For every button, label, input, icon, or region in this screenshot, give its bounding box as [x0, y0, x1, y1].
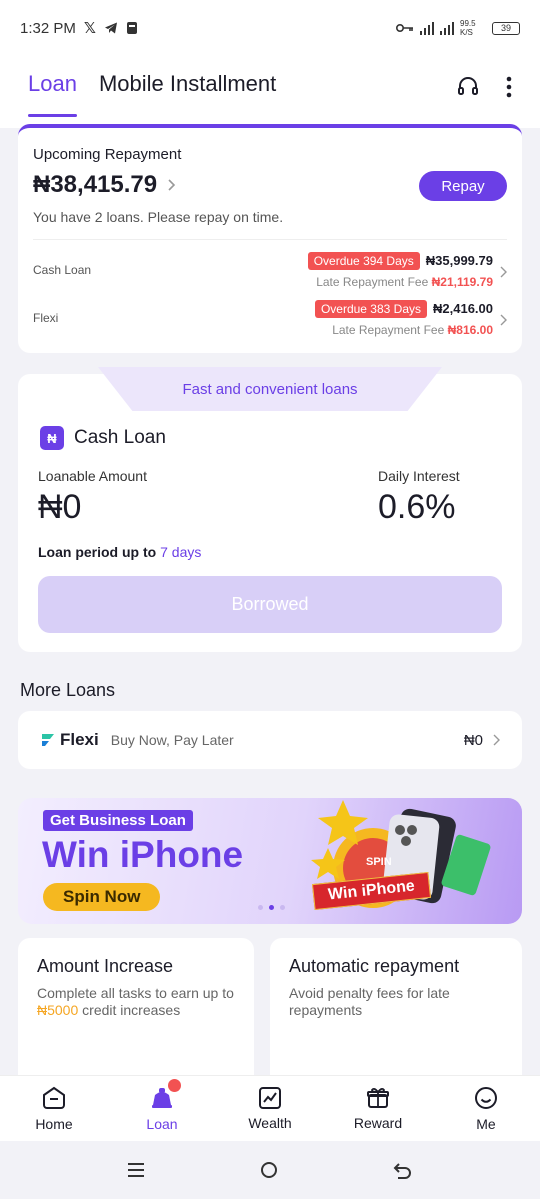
cash-loan-card: Fast and convenient loans ₦ Cash Loan Lo…: [18, 367, 522, 652]
repayment-note: You have 2 loans. Please repay on time.: [33, 209, 284, 225]
loanable-label: Loanable Amount: [38, 468, 147, 484]
divider: [33, 239, 507, 240]
nav-home[interactable]: Home: [0, 1076, 108, 1141]
repayment-amount: ₦38,415.79: [33, 171, 158, 198]
loan-name: Flexi: [33, 311, 59, 325]
telegram-icon: [104, 22, 117, 34]
top-bar: Loan Mobile Installment: [0, 56, 540, 118]
signal-1-icon: [420, 21, 434, 35]
tab-mobile-installment[interactable]: Mobile Installment: [99, 71, 276, 103]
task-desc: Avoid penalty fees for late repayments: [289, 985, 450, 1018]
chevron-right-icon: [168, 179, 176, 191]
more-icon[interactable]: [506, 76, 512, 98]
flexi-card[interactable]: Flexi Buy Now, Pay Later ₦0: [18, 711, 522, 769]
x-icon: 𝕏: [83, 20, 96, 37]
overdue-badge: Overdue 394 Days: [307, 251, 420, 270]
fee-label: Late Repayment Fee: [316, 274, 429, 289]
fee-amount: ₦816.00: [447, 322, 493, 337]
promo-banner[interactable]: Get Business Loan Win iPhone Spin Now Wi…: [18, 798, 522, 924]
spin-label: SPIN: [366, 856, 392, 868]
period-text: Loan period up to: [38, 544, 157, 560]
chevron-right-icon: [493, 734, 500, 746]
repayment-card: Upcoming Repayment ₦38,415.79 Repay You …: [18, 124, 522, 353]
system-nav-bar: [0, 1141, 540, 1199]
nav-me[interactable]: Me: [432, 1076, 540, 1141]
flexi-name: Flexi: [60, 730, 99, 749]
chevron-right-icon: [500, 266, 507, 277]
task-card-amount-increase[interactable]: Amount Increase Complete all tasks to ea…: [18, 938, 254, 1088]
loan-period: Loan period up to 7 days: [38, 544, 201, 560]
loanable-value: ₦0: [38, 488, 82, 526]
loan-amount: ₦2,416.00: [433, 301, 493, 316]
chart-icon: [259, 1087, 281, 1109]
nav-label: Wealth: [248, 1115, 292, 1131]
smile-icon: [475, 1087, 497, 1109]
nav-label: Reward: [353, 1115, 403, 1131]
headset-icon[interactable]: [456, 75, 480, 99]
tab-loan[interactable]: Loan: [28, 71, 77, 117]
task-title: Amount Increase: [37, 956, 174, 976]
status-bar: 1:32 PM 𝕏 99.5 K/S 39: [0, 0, 540, 56]
fee-label: Late Repayment Fee: [332, 322, 445, 337]
task-card-auto-repayment[interactable]: Automatic repayment Avoid penalty fees f…: [270, 938, 522, 1088]
period-value: 7 days: [160, 544, 202, 560]
key-icon: [396, 24, 413, 32]
carousel-dots: [258, 905, 285, 910]
nav-label: Me: [476, 1116, 496, 1132]
menu-icon[interactable]: [127, 1162, 145, 1178]
nav-wealth[interactable]: Wealth: [216, 1076, 324, 1141]
cash-loan-icon: ₦: [40, 426, 64, 450]
chevron-right-icon: [500, 314, 507, 325]
status-time: 1:32 PM: [20, 19, 76, 37]
fee-amount: ₦21,119.79: [431, 274, 493, 289]
loan-name: Cash Loan: [33, 263, 92, 277]
repayment-title: Upcoming Repayment: [33, 146, 182, 163]
nav-label: Loan: [146, 1116, 178, 1132]
battery-icon: 39: [492, 21, 520, 35]
task-highlight: ₦5000: [37, 1002, 79, 1018]
home-circle-icon[interactable]: [260, 1161, 278, 1179]
flexi-logo-icon: [42, 734, 54, 746]
loan-row-flexi[interactable]: Flexi Overdue 383 Days ₦2,416.00 Late Re…: [33, 296, 507, 340]
banner-tag: Get Business Loan: [43, 810, 193, 831]
signal-2-icon: [440, 21, 454, 35]
net-speed: 99.5 K/S: [460, 19, 476, 37]
home-icon: [43, 1086, 65, 1109]
flexi-amount: ₦0: [463, 731, 483, 749]
gift-icon: [367, 1087, 389, 1108]
nav-loan[interactable]: Loan: [108, 1076, 216, 1141]
promo-tab: Fast and convenient loans: [98, 367, 442, 411]
banner-title: Win iPhone: [42, 834, 244, 875]
nav-label: Home: [35, 1116, 73, 1132]
task-title: Automatic repayment: [289, 956, 460, 976]
more-loans-title: More Loans: [20, 680, 116, 700]
nav-reward[interactable]: Reward: [324, 1076, 432, 1141]
loan-row-cash[interactable]: Cash Loan Overdue 394 Days ₦35,999.79 La…: [33, 248, 507, 292]
borrowed-button[interactable]: Borrowed: [38, 576, 502, 633]
spin-now-button[interactable]: Spin Now: [43, 883, 161, 911]
back-icon[interactable]: [393, 1161, 413, 1179]
cash-loan-title: Cash Loan: [74, 427, 166, 448]
interest-label: Daily Interest: [378, 468, 460, 484]
repay-button[interactable]: Repay: [419, 171, 507, 201]
loan-amount: ₦35,999.79: [425, 253, 493, 268]
app-notification-icon: [126, 22, 137, 34]
overdue-badge: Overdue 383 Days: [314, 299, 427, 318]
flexi-subtitle: Buy Now, Pay Later: [110, 732, 234, 748]
bottom-nav: Home Loan Wealth Reward Me: [0, 1075, 540, 1141]
flexi-logo: Flexi: [40, 730, 99, 750]
notification-dot: [168, 1079, 181, 1092]
interest-value: 0.6%: [378, 488, 456, 526]
task-desc: Complete all tasks to earn up to ₦5000 c…: [37, 985, 234, 1018]
